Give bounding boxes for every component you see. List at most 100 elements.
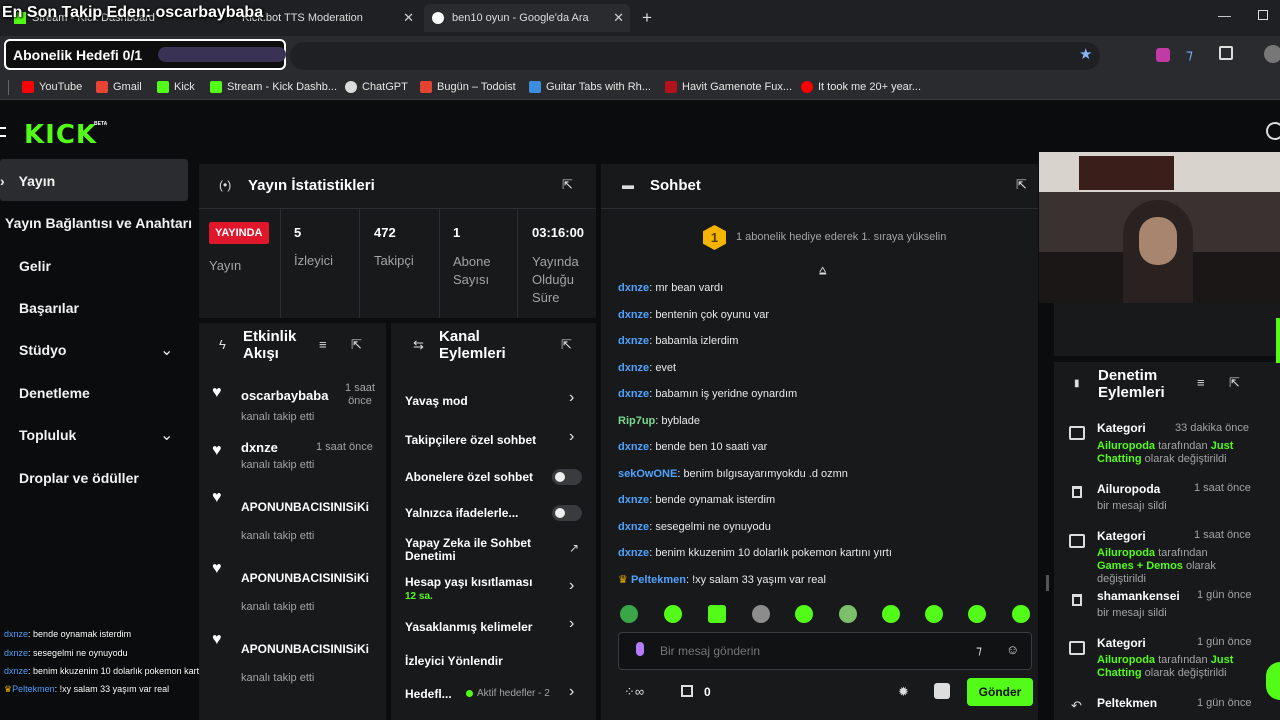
chevron-down-icon[interactable]: ⌄ <box>160 340 173 360</box>
account-age-row[interactable]: Hesap yaşı kısıtlaması 12 sa. › <box>391 573 596 603</box>
chat-user[interactable]: dxnze <box>618 547 649 559</box>
profile-avatar[interactable] <box>1264 45 1280 63</box>
ai-moderation-row[interactable]: Yapay Zeka ile Sohbet Denetimi ↗ <box>391 535 596 565</box>
floating-action-icon[interactable] <box>1266 662 1280 700</box>
sidebar-item-gelir[interactable]: Gelir <box>19 258 51 274</box>
chevron-down-icon[interactable]: ⌄ <box>160 425 173 445</box>
stats-cell-divider <box>280 209 281 318</box>
sidebar-item-droplar[interactable]: Droplar ve ödüller <box>19 470 139 486</box>
emote-icon[interactable] <box>968 605 986 623</box>
puzzle-icon[interactable] <box>1219 46 1233 60</box>
collapse-icon[interactable]: ⩠ <box>819 263 826 278</box>
sidebar-item-basarilar[interactable]: Başarılar <box>19 300 79 316</box>
emote-icon[interactable] <box>708 605 726 623</box>
chat-user[interactable]: Peltekmen <box>631 574 686 586</box>
extension-icon[interactable] <box>1156 48 1170 62</box>
popout-icon[interactable]: ⇱ <box>351 337 362 353</box>
bookmark-guitar[interactable]: Guitar Tabs with Rh... <box>529 81 651 93</box>
emote-icon[interactable] <box>1012 605 1030 623</box>
bookmark-label: ChatGPT <box>362 81 408 93</box>
youtube-icon <box>801 81 813 93</box>
filter-icon[interactable]: ≡ <box>1197 375 1205 390</box>
followers-only-row[interactable]: Takipçilere özel sohbet › <box>391 426 596 450</box>
minimize-icon[interactable]: — <box>1218 8 1231 23</box>
emote-icon[interactable] <box>839 605 857 623</box>
star-icon[interactable]: ★ <box>1079 45 1092 63</box>
bookmark-kick[interactable]: Kick <box>157 81 195 93</box>
chat-user[interactable]: dxnze <box>618 441 649 453</box>
bookmark-todoist[interactable]: Bugün – Todoist <box>420 81 516 93</box>
chat-user[interactable]: sekOwONE <box>618 468 677 480</box>
popout-icon[interactable]: ⇱ <box>561 337 572 353</box>
popout-icon[interactable]: ⇱ <box>1229 375 1240 391</box>
bookmark-label: Havit Gamenote Fux... <box>682 81 793 93</box>
stats-cell-divider <box>439 209 440 318</box>
maximize-icon[interactable] <box>1258 10 1268 20</box>
store-icon[interactable] <box>681 685 693 697</box>
chat-user[interactable]: dxnze <box>618 494 649 506</box>
chat-text: babamla izlerdim <box>655 335 739 347</box>
tab-google-search[interactable]: ben10 oyun - Google'da Ara ✕ <box>424 4 630 32</box>
emotes-only-toggle[interactable] <box>552 505 582 521</box>
overlay-chat-text: !xy salam 33 yaşım var real <box>59 684 170 694</box>
new-tab-icon[interactable]: + <box>642 8 652 28</box>
chat-message: dxnze: bentenin çok oyunu var <box>618 309 770 321</box>
mod-desc-mid: tarafından <box>1158 547 1208 559</box>
emote-icon[interactable] <box>752 605 770 623</box>
mod-action-time: 33 dakika önce <box>1175 422 1249 434</box>
chat-user[interactable]: dxnze <box>618 388 649 400</box>
bookmark-stream[interactable]: Stream - Kick Dashb... <box>210 81 337 93</box>
chat-user[interactable]: dxnze <box>618 282 649 294</box>
chat-input[interactable] <box>660 641 960 661</box>
address-field[interactable] <box>290 42 1100 70</box>
sidebar-item-studyo[interactable]: Stüdyo <box>19 342 66 358</box>
sidebar-item-topluluk[interactable]: Topluluk <box>19 427 76 443</box>
translate-icon[interactable]: ⁊ <box>1186 46 1193 63</box>
latest-follower-overlay: En Son Takip Eden: oscarbaybaba <box>2 4 264 21</box>
close-tab-icon[interactable]: ✕ <box>613 10 624 26</box>
sidebar-item-denetleme[interactable]: Denetleme <box>19 385 90 401</box>
bookmark-havit[interactable]: Havit Gamenote Fux... <box>665 81 792 93</box>
emote-icon[interactable] <box>925 605 943 623</box>
close-tab-icon[interactable]: ✕ <box>403 10 414 26</box>
pinned-gift-prompt[interactable]: 1 abonelik hediye ederek 1. sıraya yükse… <box>736 231 946 243</box>
kick-logo[interactable]: KICK <box>24 120 97 150</box>
raid-row[interactable]: İzleyici Yönlendir <box>391 653 596 673</box>
chat-user[interactable]: dxnze <box>618 362 649 374</box>
emote-icon[interactable] <box>882 605 900 623</box>
chat-user[interactable]: dxnze <box>618 521 649 533</box>
stream-stats-panel: (•) Yayın İstatistikleri ⇱ YAYINDA Yayın… <box>199 164 596 318</box>
chevron-right-icon: › <box>569 683 575 700</box>
bookmark-youtube[interactable]: YouTube <box>22 81 82 93</box>
sidebar-item-stream-key[interactable]: Yayın Bağlantısı ve Anahtarı <box>5 215 192 231</box>
translate-icon[interactable]: ⁊ <box>976 643 982 657</box>
chat-scrollbar[interactable] <box>1046 575 1049 591</box>
emote-icon[interactable] <box>620 605 638 623</box>
bookmark-chatgpt[interactable]: ChatGPT <box>345 81 408 93</box>
puzzle-icon[interactable] <box>934 683 950 699</box>
popout-icon[interactable]: ⇱ <box>1016 177 1027 193</box>
emote-icon[interactable] <box>664 605 682 623</box>
goals-row[interactable]: Hedefl... Aktif hedefler - 2 › <box>391 683 596 705</box>
chat-message: dxnze: benim kkuzenim 10 dolarlık pokemo… <box>618 547 892 559</box>
settings-gear-icon[interactable]: ✹ <box>898 684 909 700</box>
subscribers-only-toggle[interactable] <box>552 469 582 485</box>
slow-mode-row[interactable]: Yavaş mod › <box>391 387 596 411</box>
user-avatar-icon[interactable] <box>1266 122 1280 140</box>
sidebar-item-yayin[interactable]: › Yayın <box>0 173 55 189</box>
filter-icon[interactable]: ≡ <box>319 337 327 352</box>
chat-user[interactable]: dxnze <box>618 335 649 347</box>
bookmark-video[interactable]: It took me 20+ year... <box>801 81 921 93</box>
emote-icon[interactable] <box>795 605 813 623</box>
chat-user[interactable]: Rip7up <box>618 415 655 427</box>
banned-words-row[interactable]: Yasaklanmış kelimeler › <box>391 615 596 641</box>
viewers-icon: ⁘∞ <box>624 684 645 699</box>
menu-icon[interactable] <box>0 127 6 137</box>
chat-header-divider <box>601 208 1038 209</box>
send-button[interactable]: Gönder <box>967 678 1033 706</box>
emoji-icon[interactable]: ☺ <box>1006 642 1019 657</box>
bookmark-gmail[interactable]: Gmail <box>96 81 142 93</box>
chat-user[interactable]: dxnze <box>618 309 649 321</box>
microphone-icon[interactable] <box>636 642 644 656</box>
popout-icon[interactable]: ⇱ <box>562 177 573 193</box>
